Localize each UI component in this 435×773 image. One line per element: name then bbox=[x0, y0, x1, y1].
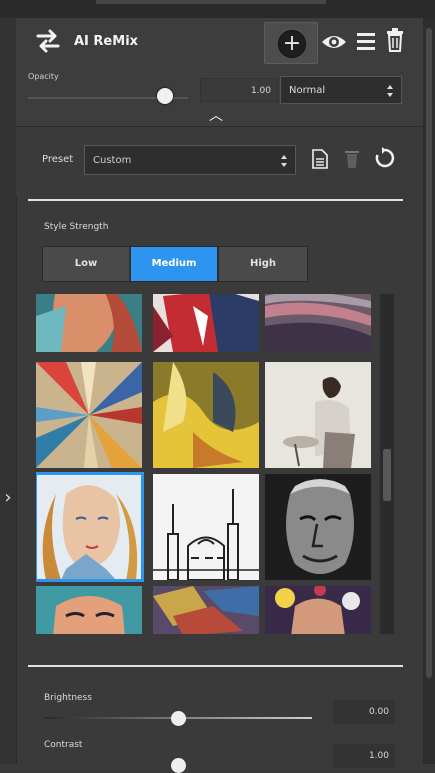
top-strip bbox=[0, 0, 435, 19]
style-thumbnail[interactable] bbox=[153, 474, 259, 580]
trash-icon[interactable] bbox=[386, 28, 404, 52]
contrast-label: Contrast bbox=[44, 740, 83, 750]
effect-title: AI ReMix bbox=[74, 34, 139, 49]
strength-high-button[interactable]: High bbox=[219, 247, 307, 281]
document-icon[interactable] bbox=[312, 149, 328, 169]
style-thumbnail[interactable] bbox=[36, 294, 142, 352]
opacity-label: Opacity bbox=[28, 72, 59, 81]
chevron-up-icon[interactable]: ︿ bbox=[206, 109, 226, 123]
swap-arrows-icon[interactable] bbox=[34, 28, 62, 54]
brightness-value-field[interactable]: 0.00 bbox=[333, 700, 395, 724]
brightness-label: Brightness bbox=[44, 693, 92, 703]
style-thumbnail[interactable] bbox=[153, 586, 259, 634]
brightness-slider-handle[interactable] bbox=[171, 711, 186, 726]
contrast-value-field[interactable]: 1.00 bbox=[333, 744, 395, 768]
style-strength-segmented-control: Low Medium High bbox=[42, 246, 308, 282]
select-arrows-icon bbox=[387, 85, 393, 97]
style-thumbnail[interactable] bbox=[36, 362, 142, 468]
blend-mode-select[interactable]: Normal bbox=[280, 76, 402, 104]
opacity-value-field[interactable]: 1.00 bbox=[200, 78, 278, 102]
style-thumbnail[interactable] bbox=[265, 586, 371, 634]
style-thumbnail[interactable] bbox=[153, 362, 259, 468]
preset-label: Preset bbox=[42, 154, 74, 165]
reset-icon[interactable] bbox=[374, 147, 396, 169]
contrast-slider-handle[interactable] bbox=[171, 758, 186, 773]
preset-row: Preset Custom bbox=[16, 127, 423, 197]
select-arrows-icon bbox=[281, 155, 287, 167]
preset-select[interactable]: Custom bbox=[84, 145, 296, 175]
add-circle-icon: + bbox=[278, 30, 306, 58]
style-thumbnail-grid bbox=[36, 294, 376, 634]
opacity-slider-handle[interactable] bbox=[157, 88, 173, 104]
style-thumbnail-selected[interactable] bbox=[36, 472, 144, 582]
style-thumbnail[interactable] bbox=[36, 586, 142, 634]
panel-scrollbar[interactable] bbox=[423, 18, 435, 764]
effect-header: AI ReMix + Opacity 1.00 Normal ︿ bbox=[16, 18, 423, 127]
add-layer-button[interactable]: + bbox=[264, 22, 318, 64]
section-divider bbox=[28, 199, 403, 201]
panel-scrollbar-thumb[interactable] bbox=[426, 28, 432, 678]
style-thumbnail[interactable] bbox=[265, 474, 371, 580]
style-grid-scrollbar-thumb[interactable] bbox=[383, 449, 391, 501]
chevron-right-icon[interactable]: › bbox=[2, 488, 14, 508]
preset-value: Custom bbox=[93, 155, 132, 166]
left-collapse-rail[interactable]: › bbox=[0, 18, 17, 764]
strength-low-button[interactable]: Low bbox=[43, 247, 129, 281]
menu-icon[interactable] bbox=[356, 30, 376, 52]
eye-icon[interactable] bbox=[321, 32, 347, 52]
strength-medium-button[interactable]: Medium bbox=[131, 247, 217, 281]
style-thumbnail[interactable] bbox=[153, 294, 259, 352]
section-divider bbox=[28, 665, 403, 667]
style-strength-label: Style Strength bbox=[44, 222, 109, 232]
blend-mode-value: Normal bbox=[289, 85, 326, 96]
preset-trash-icon[interactable] bbox=[344, 149, 360, 169]
style-thumbnail[interactable] bbox=[265, 362, 371, 468]
style-grid-scrollbar[interactable] bbox=[380, 294, 394, 634]
style-thumbnail[interactable] bbox=[265, 294, 371, 352]
